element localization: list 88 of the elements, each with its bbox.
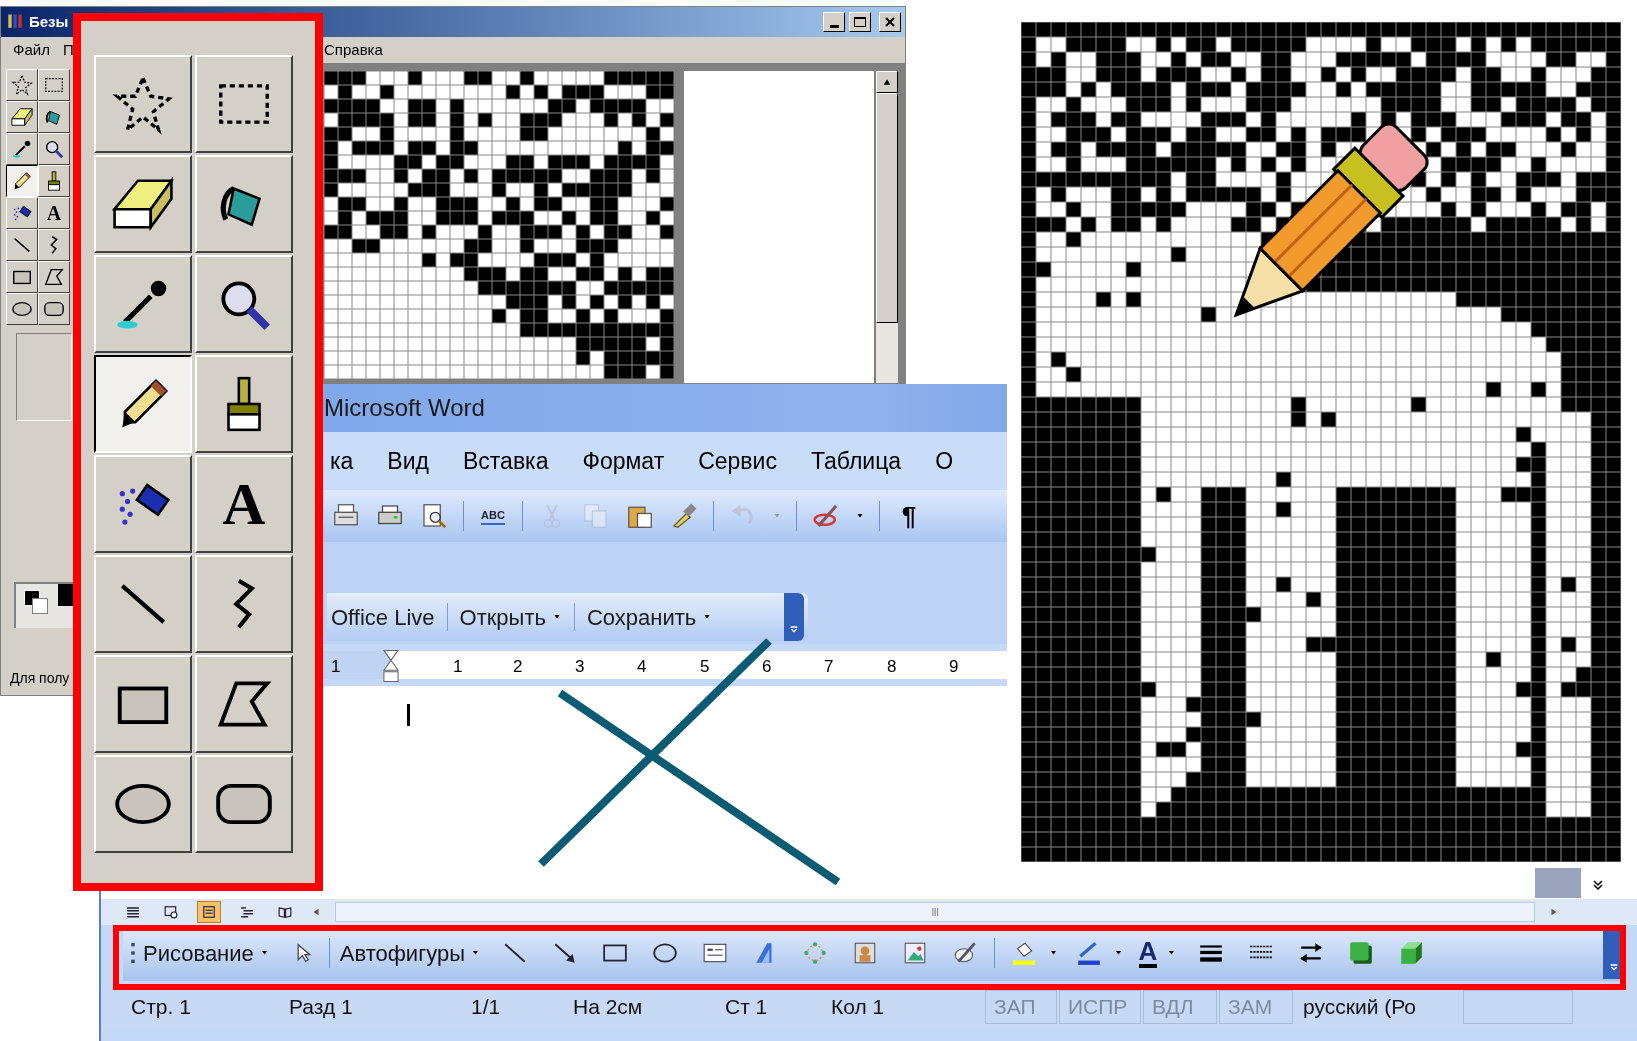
web-view-icon: [163, 905, 179, 919]
normal-view-icon: [125, 905, 141, 919]
status-field: ИСПР: [1059, 990, 1141, 1024]
dropdown-arrow-icon: [470, 950, 480, 956]
tool-button[interactable]: A: [38, 197, 70, 229]
diagram-icon: [801, 940, 828, 966]
menu-item[interactable]: Таблица: [810, 443, 902, 479]
chevron-down-icon: [789, 625, 799, 633]
dropdown-arrow-icon: [1166, 950, 1176, 956]
tool-button[interactable]: [6, 165, 38, 197]
dropdown-arrow-icon: [1113, 950, 1123, 956]
menu-item[interactable]: ка: [330, 443, 354, 479]
text-tool-glyph: A: [46, 203, 62, 223]
scroll-thumb-grip: III: [931, 905, 939, 920]
status-text: Для полу: [10, 669, 70, 688]
menu-item[interactable]: Формат: [582, 443, 665, 479]
status-field: 1/1: [463, 990, 563, 1024]
dropdown-arrow-icon: [772, 513, 782, 519]
menu-item[interactable]: Сервис: [698, 443, 777, 479]
toolbar-menu-button[interactable]: Сохранить: [586, 600, 713, 634]
line-color-icon: [1075, 940, 1102, 966]
book-icon: [277, 905, 293, 919]
arrow-style-icon: [1297, 940, 1324, 966]
menu-item[interactable]: П: [63, 38, 74, 62]
window-title: Безы: [29, 11, 69, 32]
eraser-icon: [11, 106, 33, 128]
status-field: ВДЛ: [1143, 990, 1217, 1024]
view-button[interactable]: [197, 901, 221, 923]
tool-button[interactable]: [94, 355, 192, 453]
ruler-number: 7: [824, 656, 834, 678]
toolbar-options-handle[interactable]: [784, 593, 804, 641]
close-icon: [884, 16, 896, 28]
status-field: Стр. 1: [123, 990, 279, 1024]
maximize-button[interactable]: [849, 12, 871, 32]
color-selector: [14, 582, 74, 628]
status-field: На 2см: [565, 990, 715, 1024]
fill-color-icon: [1010, 940, 1037, 966]
toolbar-menu-button[interactable]: Открыть: [459, 600, 562, 634]
scroll-left-icon: [311, 906, 321, 918]
up-arrow-icon: [882, 78, 892, 86]
shadow-icon: [1347, 940, 1374, 966]
dropdown-arrow-icon: [259, 950, 269, 956]
menu-item[interactable]: О: [935, 443, 953, 479]
free-select-icon: [11, 74, 33, 96]
ruler-number: 9: [949, 656, 959, 678]
close-button[interactable]: [879, 12, 901, 32]
font-color-button[interactable]: A: [1128, 933, 1167, 973]
horizontal-scrollbar[interactable]: III: [335, 902, 1535, 922]
ruler-number: 3: [575, 656, 585, 678]
text-tool-glyph: A: [222, 474, 266, 534]
menu-item[interactable]: Файл: [13, 38, 50, 62]
ruler-number: 1: [331, 656, 341, 678]
dropdown-arrow-icon: [1048, 950, 1058, 956]
ruler-number: 5: [700, 656, 710, 678]
status-field: ЗАП: [985, 990, 1057, 1024]
status-field: Кол 1: [823, 990, 983, 1024]
dropdown-arrow-icon: [855, 513, 865, 519]
grip-icon: [131, 943, 135, 963]
menu-item[interactable]: Вид: [387, 443, 429, 479]
eyedropper-icon: [11, 138, 33, 160]
vertical-scrollbar[interactable]: [876, 71, 898, 383]
search-icon: [43, 138, 65, 160]
status-field: Разд 1: [281, 990, 461, 1024]
print-layout-icon: [201, 905, 217, 919]
chevron-down-icon: [1609, 963, 1619, 971]
outline-view-icon: [239, 905, 255, 919]
status-field: русский (Ро: [1295, 990, 1455, 1024]
spellcheck-button[interactable]: ABC: [478, 498, 508, 534]
ruler-number: 6: [762, 656, 772, 678]
double-down-arrow-icon: [1592, 878, 1604, 892]
ruler-number: 1: [453, 656, 463, 678]
tool-button[interactable]: A: [195, 455, 293, 553]
ruler-number: 8: [887, 656, 897, 678]
menu-item[interactable]: Справка: [324, 38, 383, 62]
text-cursor: [407, 704, 410, 726]
status-field: ЗАМ: [1219, 990, 1293, 1024]
polygon-icon: [43, 266, 65, 288]
window-title: Microsoft Word: [324, 393, 485, 423]
minimize-button[interactable]: [823, 12, 845, 32]
toolbar-menu-button[interactable]: Автофигуры: [339, 936, 480, 970]
menu-item[interactable]: Вставка: [462, 443, 549, 479]
toolbar-menu-button[interactable]: Office Live: [331, 600, 435, 634]
pilcrow-button[interactable]: ¶: [894, 498, 924, 534]
toolbar-menu-button[interactable]: Рисование: [143, 936, 269, 970]
scroll-right-icon: [1549, 906, 1559, 918]
status-field: Ст 1: [717, 990, 821, 1024]
ruler-number: 2: [513, 656, 523, 678]
ruler-number: 4: [637, 656, 647, 678]
